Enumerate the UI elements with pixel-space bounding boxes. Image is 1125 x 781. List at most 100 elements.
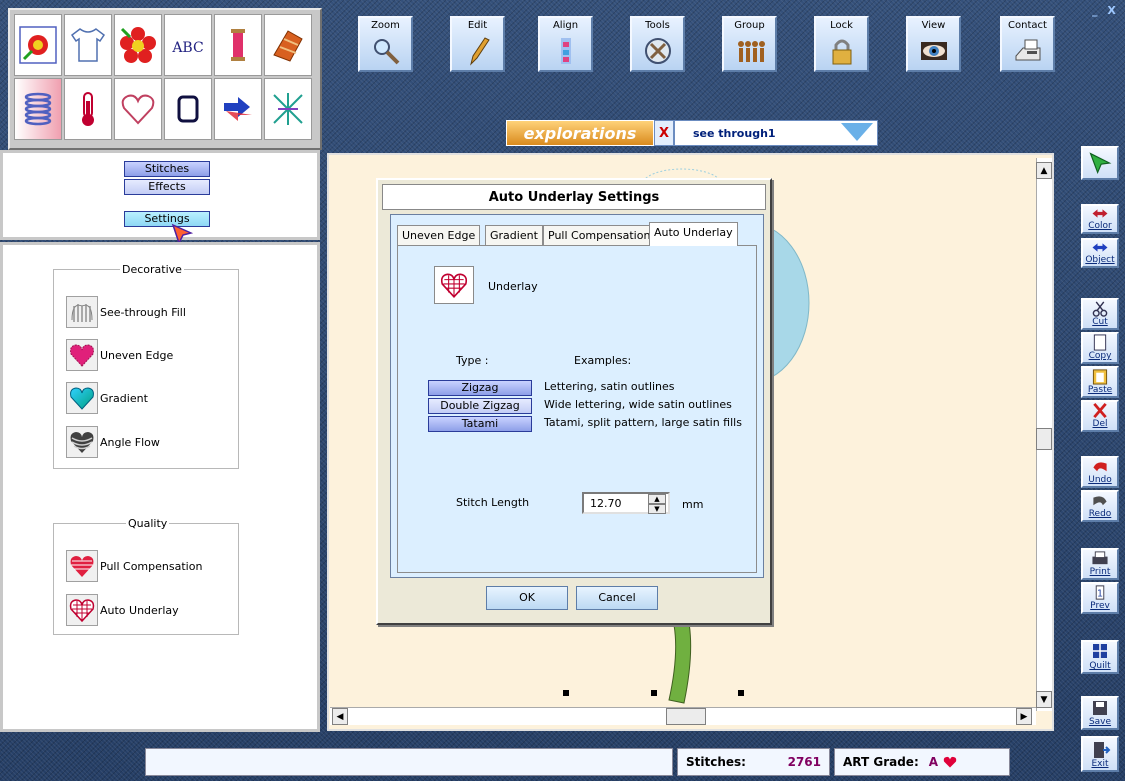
contact-button[interactable]: Contact (1000, 16, 1055, 72)
exit-door-icon (1094, 742, 1111, 758)
undo-button[interactable]: Undo (1081, 456, 1119, 488)
edit-button[interactable]: Edit (450, 16, 505, 72)
paste-label: Paste (1087, 385, 1113, 395)
cancel-button[interactable]: Cancel (576, 586, 658, 610)
ok-button[interactable]: OK (486, 586, 568, 610)
underlay-heart-icon (440, 273, 468, 298)
quilt-button[interactable]: Quilt (1081, 640, 1119, 674)
stitches-value: 2761 (787, 755, 821, 769)
decorative-title: Decorative (122, 263, 182, 276)
svg-text:1: 1 (1097, 588, 1103, 599)
group-label: Group (734, 20, 765, 31)
svg-text:ABC: ABC (171, 40, 203, 56)
select-pointer-button[interactable] (1081, 146, 1119, 180)
convert-button[interactable] (214, 78, 262, 140)
auto-underlay-item[interactable]: Auto Underlay (66, 594, 179, 626)
spring-button[interactable] (14, 78, 62, 140)
explorations-dropdown[interactable]: see through1 (674, 120, 878, 146)
multi-hoop-flower-button[interactable] (14, 14, 62, 76)
zoom-label: Zoom (371, 20, 400, 31)
view-label: View (921, 20, 946, 31)
align-button[interactable]: Align (538, 16, 593, 72)
fabric-swatch-icon (273, 30, 303, 62)
gradient-item[interactable]: Gradient (66, 382, 148, 414)
dialog-title: Auto Underlay Settings (382, 184, 766, 210)
view-button[interactable]: View (906, 16, 961, 72)
zoom-button[interactable]: Zoom (358, 16, 413, 72)
redo-button[interactable]: Redo (1081, 490, 1119, 522)
uneven-edge-icon (66, 339, 98, 371)
scroll-left-arrow[interactable]: ◀ (332, 708, 348, 725)
cut-button[interactable]: Cut (1081, 298, 1119, 330)
see-through-fill-icon (66, 296, 98, 328)
delete-button[interactable]: Del (1081, 400, 1119, 432)
scissors-icon (1092, 301, 1108, 317)
angle-flow-item[interactable]: Angle Flow (66, 426, 160, 458)
close-window-button[interactable]: X (1107, 4, 1115, 17)
see-through-fill-item[interactable]: See-through Fill (66, 296, 186, 328)
minimize-button[interactable]: _ (1092, 4, 1098, 17)
double-zigzag-button[interactable]: Double Zigzag (428, 398, 532, 414)
thermometer-button[interactable] (64, 78, 112, 140)
object-button[interactable]: Object (1081, 238, 1119, 268)
print-button[interactable]: Print (1081, 548, 1119, 580)
horizontal-scroll-thumb[interactable] (666, 708, 706, 725)
heart-outline-button[interactable] (114, 78, 162, 140)
garment-button[interactable] (64, 14, 112, 76)
lock-button[interactable]: Lock (814, 16, 869, 72)
explorations-close-button[interactable]: X (654, 120, 674, 146)
tab-uneven-edge[interactable]: Uneven Edge (397, 225, 481, 245)
chevron-down-icon[interactable] (841, 123, 873, 141)
spring-coil-icon (24, 92, 52, 126)
gradient-heart-icon (66, 382, 98, 414)
vertical-scrollbar[interactable]: ▲ ▼ (1036, 158, 1052, 711)
save-disk-icon (1093, 701, 1107, 715)
flower-design-button[interactable] (114, 14, 162, 76)
horizontal-scrollbar[interactable]: ◀ ▶ (330, 707, 1036, 725)
align-label: Align (552, 20, 579, 31)
color-button[interactable]: Color (1081, 204, 1119, 234)
exit-button[interactable]: Exit (1081, 736, 1119, 772)
save-button[interactable]: Save (1081, 696, 1119, 730)
tab-gradient[interactable]: Gradient (485, 225, 543, 245)
pull-compensation-item[interactable]: Pull Compensation (66, 550, 202, 582)
preview-button[interactable]: 1 Prev (1081, 582, 1119, 614)
quilt-label: Quilt (1089, 661, 1111, 671)
stitches-button[interactable]: Stitches (124, 161, 210, 177)
stitch-count-panel: Stitches: 2761 (677, 748, 830, 776)
paste-button[interactable]: Paste (1081, 366, 1119, 398)
stitch-length-stepper[interactable]: ▲ ▼ (582, 492, 670, 514)
stepper-up-arrow[interactable]: ▲ (648, 494, 666, 504)
group-button[interactable]: Group (722, 16, 777, 72)
tatami-button[interactable]: Tatami (428, 416, 532, 432)
tab-pull-compensation[interactable]: Pull Compensation (543, 225, 656, 245)
swap-arrows-icon (1092, 243, 1108, 252)
scroll-up-arrow[interactable]: ▲ (1036, 162, 1052, 179)
uneven-edge-item[interactable]: Uneven Edge (66, 339, 173, 371)
copy-button[interactable]: Copy (1081, 332, 1119, 364)
tab-auto-underlay[interactable]: Auto Underlay (649, 222, 738, 246)
auto-underlay-label: Auto Underlay (100, 603, 179, 617)
effects-button[interactable]: Effects (124, 179, 210, 195)
stepper-down-arrow[interactable]: ▼ (648, 504, 666, 514)
contact-label: Contact (1008, 20, 1047, 31)
stitches-label: Stitches: (686, 755, 746, 769)
tatami-example: Tatami, split pattern, large satin fills (544, 416, 742, 429)
stitch-length-label: Stitch Length (456, 496, 530, 509)
tools-button[interactable]: Tools (630, 16, 685, 72)
redo-arrow-icon (1093, 496, 1107, 506)
scroll-right-arrow[interactable]: ▶ (1016, 708, 1032, 725)
scroll-down-arrow[interactable]: ▼ (1036, 691, 1052, 708)
explorations-bar: explorations X see through1 (506, 120, 878, 146)
prev-label: Prev (1090, 601, 1110, 611)
hoop-button[interactable] (164, 78, 212, 140)
thread-button[interactable] (214, 14, 262, 76)
lettering-button[interactable]: ABC (164, 14, 212, 76)
settings-button[interactable]: Settings (124, 211, 210, 227)
fabric-button[interactable] (264, 14, 312, 76)
zigzag-button[interactable]: Zigzag (428, 380, 532, 396)
vertical-scroll-thumb[interactable] (1036, 428, 1052, 450)
pattern-stitch-button[interactable] (264, 78, 312, 140)
pull-compensation-label: Pull Compensation (100, 559, 203, 573)
stitch-length-input[interactable] (584, 494, 648, 512)
